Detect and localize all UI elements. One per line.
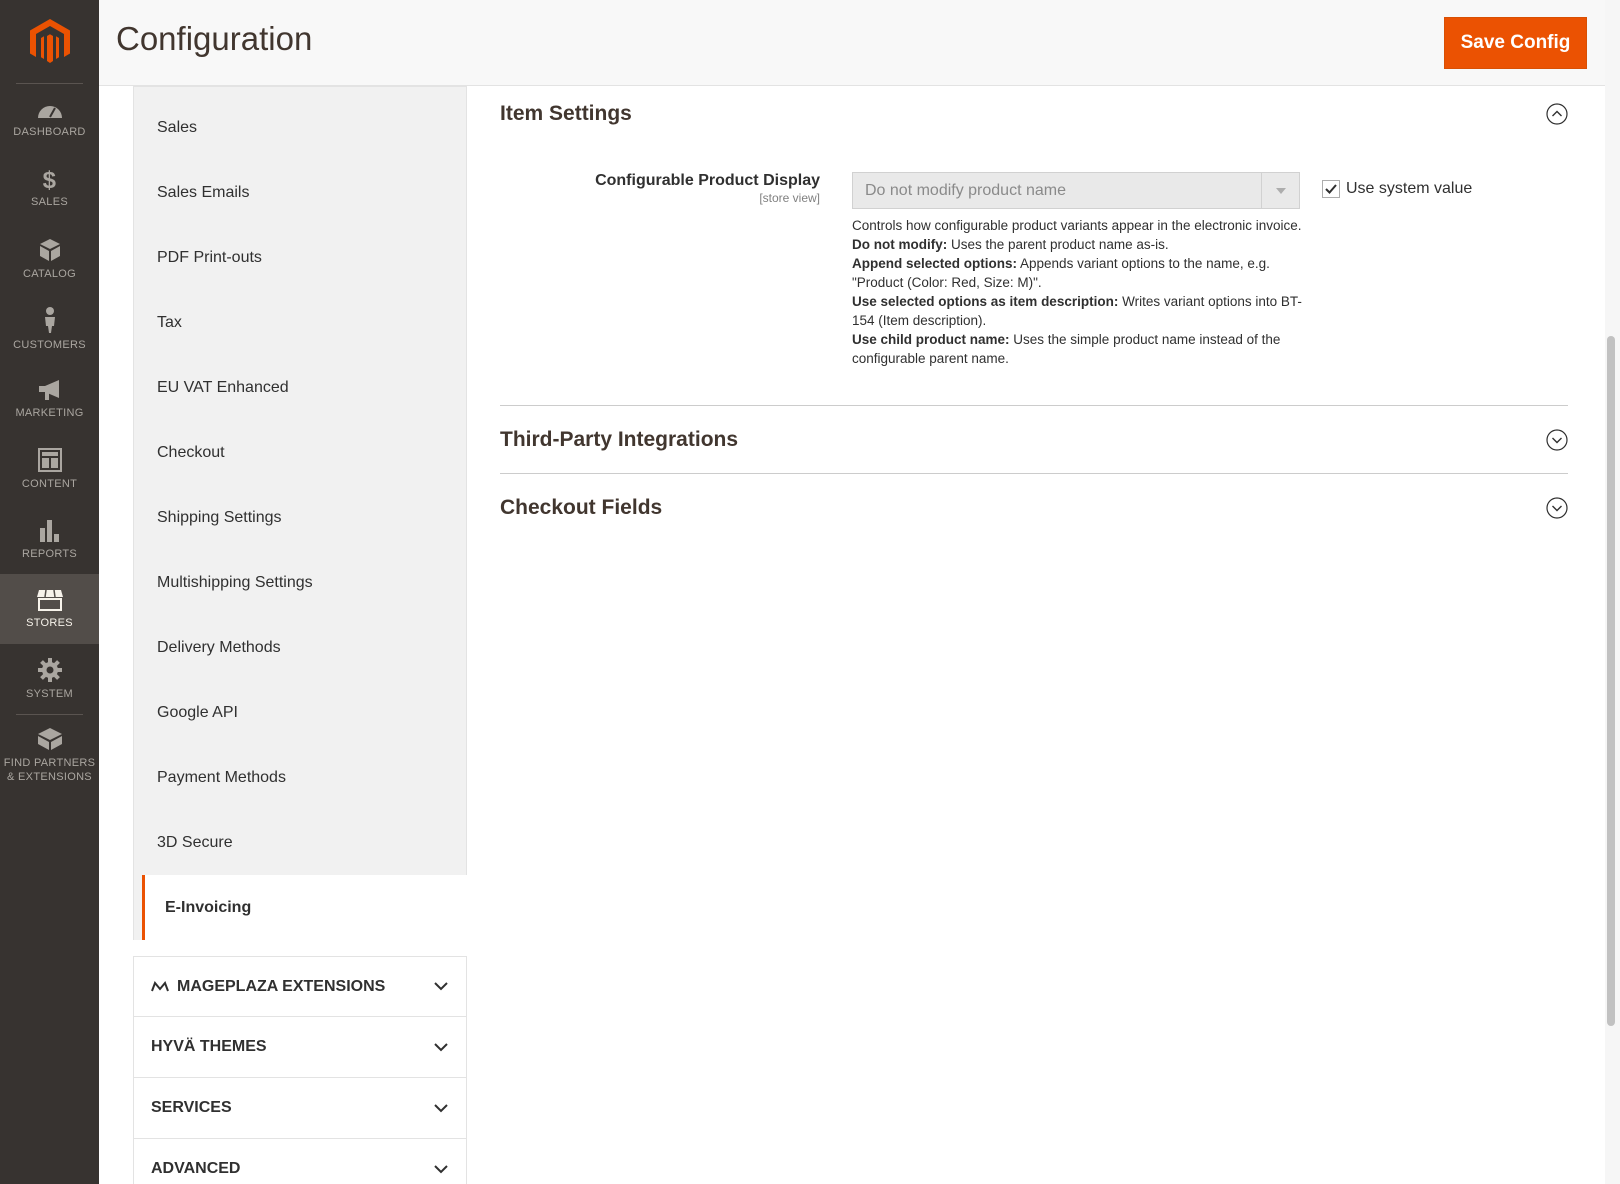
note-line: Do not modify: Uses the parent product n… (852, 235, 1302, 254)
use-system-value[interactable]: Use system value (1322, 180, 1472, 198)
section-payment-methods[interactable]: Payment Methods (134, 745, 466, 810)
nav-label: CUSTOMERS (13, 338, 86, 351)
config-sidebar: Sales Sales Emails PDF Print-outs Tax EU… (133, 86, 467, 1184)
note-line: Use child product name: Uses the simple … (852, 330, 1302, 368)
section-shipping-settings[interactable]: Shipping Settings (134, 485, 466, 550)
admin-nav: DASHBOARD $ SALES CATALOG CUSTOMERS MARK… (0, 0, 99, 1184)
magento-logo-icon (29, 18, 70, 63)
note-bold: Do not modify: (852, 237, 948, 252)
chevron-down-icon (434, 1164, 448, 1173)
chevron-down-circle-icon[interactable] (1546, 428, 1568, 451)
section-google-api[interactable]: Google API (134, 680, 466, 745)
bar-chart-icon (39, 519, 59, 542)
section-checkout[interactable]: Checkout (134, 420, 466, 485)
layout-icon (37, 447, 62, 472)
scrollbar-track[interactable] (1605, 0, 1620, 1184)
nav-content[interactable]: CONTENT (0, 434, 99, 504)
nav-label: MARKETING (15, 406, 84, 419)
use-system-value-checkbox[interactable] (1322, 180, 1340, 198)
section-3d-secure[interactable]: 3D Secure (134, 810, 466, 875)
nav-label: SYSTEM (25, 687, 74, 700)
select-value: Do not modify product name (865, 181, 1066, 199)
field-note: Controls how configurable product varian… (852, 216, 1302, 368)
mageplaza-logo-icon (151, 980, 169, 991)
partners-cube-icon (37, 727, 62, 750)
nav-system[interactable]: SYSTEM (0, 644, 99, 714)
scrollbar-thumb[interactable] (1607, 336, 1615, 1026)
group-title-wrap: MAGEPLAZA EXTENSIONS (151, 978, 385, 996)
dashboard-icon (37, 105, 62, 118)
scope-label: [store view] (759, 191, 820, 205)
check-icon (1325, 184, 1337, 194)
gear-icon (37, 657, 62, 682)
checkout-fields-header[interactable]: Checkout Fields (500, 474, 1568, 542)
group-mageplaza-extensions[interactable]: MAGEPLAZA EXTENSIONS (133, 956, 467, 1017)
storefront-icon (36, 589, 63, 611)
third-party-integrations-title: Third-Party Integrations (500, 427, 739, 451)
section-pdf-printouts[interactable]: PDF Print-outs (134, 225, 466, 290)
megaphone-icon (38, 379, 59, 400)
third-party-integrations-header[interactable]: Third-Party Integrations (500, 406, 1568, 474)
nav-sales[interactable]: $ SALES (0, 154, 99, 224)
note-bold: Use selected options as item description… (852, 294, 1119, 309)
cube-icon (39, 238, 60, 261)
chevron-down-icon (434, 982, 448, 991)
chevron-down-circle-icon[interactable] (1546, 497, 1568, 519)
section-eu-vat-enhanced[interactable]: EU VAT Enhanced (134, 355, 466, 420)
section-gap (133, 940, 467, 956)
nav-catalog[interactable]: CATALOG (0, 224, 99, 294)
section-tax[interactable]: Tax (134, 290, 466, 355)
section-multishipping-settings[interactable]: Multishipping Settings (134, 550, 466, 615)
nav-label: REPORTS (21, 547, 78, 560)
nav-label: CATALOG (22, 267, 77, 280)
field-label-wrap: Configurable Product Display [store view… (595, 172, 820, 205)
section-sales-emails[interactable]: Sales Emails (134, 160, 466, 225)
group-hyva-themes[interactable]: HYVÄ THEMES (133, 1017, 467, 1078)
note-bold: Use child product name: (852, 332, 1010, 347)
group-title: HYVÄ THEMES (151, 1038, 267, 1055)
nav-marketing[interactable]: MARKETING (0, 364, 99, 434)
select-arrow (1261, 173, 1299, 208)
note-line: Use selected options as item description… (852, 292, 1302, 330)
group-services[interactable]: SERVICES (133, 1078, 467, 1139)
group-advanced[interactable]: ADVANCED (133, 1139, 467, 1184)
chevron-down-icon (434, 1103, 448, 1112)
chevron-down-icon (434, 1042, 448, 1051)
configurable-product-display-row: Configurable Product Display [store view… (500, 86, 1568, 369)
page-header: Configuration Save Config (99, 0, 1605, 86)
section-sales[interactable]: Sales (134, 95, 466, 160)
use-system-value-label: Use system value (1346, 180, 1473, 197)
nav-label: & EXTENSIONS (7, 770, 92, 783)
configurable-product-display-select[interactable]: Do not modify product name (852, 172, 1300, 209)
dollar-icon: $ (42, 167, 57, 194)
section-e-invoicing[interactable]: E-Invoicing (142, 875, 467, 940)
save-config-button[interactable]: Save Config (1444, 17, 1587, 69)
checkout-fields-title: Checkout Fields (500, 496, 663, 519)
group-title: SERVICES (151, 1099, 232, 1116)
person-icon (44, 306, 55, 333)
nav-reports[interactable]: REPORTS (0, 504, 99, 574)
nav-stores[interactable]: STORES (0, 574, 99, 644)
main-content: Item Settings Configurable Product Displ… (500, 86, 1568, 542)
section-list: Sales Sales Emails PDF Print-outs Tax EU… (133, 86, 467, 940)
section-delivery-methods[interactable]: Delivery Methods (134, 615, 466, 680)
nav-label: SALES (31, 196, 68, 208)
configurable-product-display-label: Configurable Product Display (595, 172, 820, 189)
magento-logo[interactable] (16, 0, 83, 84)
note-text: Uses the parent product name as-is. (947, 237, 1169, 252)
group-title: ADVANCED (151, 1160, 241, 1177)
nav-find-partners[interactable]: FIND PARTNERS & EXTENSIONS (0, 715, 99, 795)
nav-label: STORES (26, 616, 73, 629)
note-line: Append selected options: Appends variant… (852, 254, 1302, 292)
caret-down-icon (1275, 187, 1286, 194)
nav-customers[interactable]: CUSTOMERS (0, 294, 99, 364)
nav-label: CONTENT (21, 477, 78, 490)
note-intro: Controls how configurable product varian… (852, 218, 1302, 233)
nav-label: FIND PARTNERS (3, 756, 96, 769)
group-title: MAGEPLAZA EXTENSIONS (177, 977, 386, 995)
page-title: Configuration (116, 20, 313, 57)
nav-dashboard[interactable]: DASHBOARD (0, 84, 99, 154)
note-bold: Append selected options: (852, 256, 1018, 271)
nav-label: DASHBOARD (13, 125, 86, 138)
